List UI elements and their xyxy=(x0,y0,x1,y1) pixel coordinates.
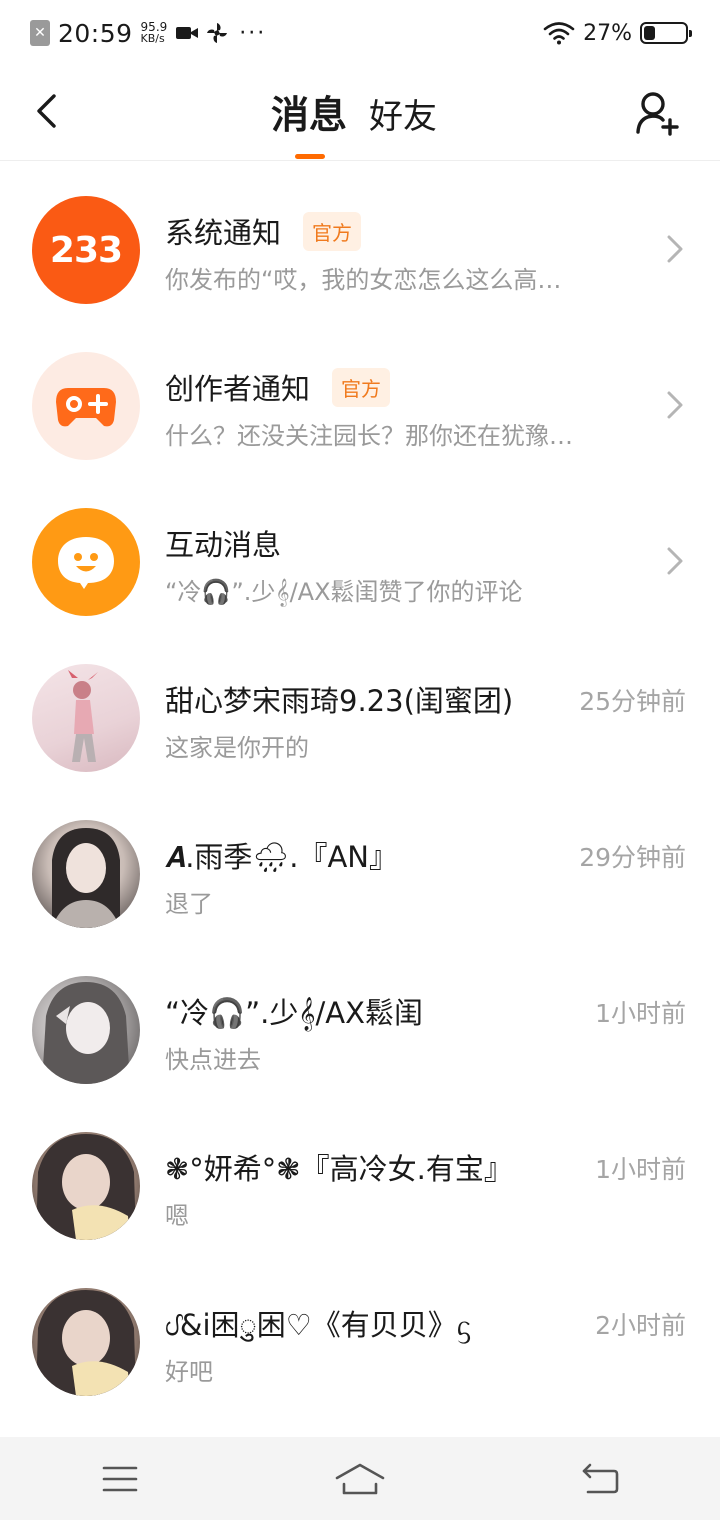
chevron-right-icon xyxy=(667,235,683,263)
app-logo-233-icon: 233 xyxy=(32,196,140,304)
item-preview: “冷🎧”.少𝄞/AX鬆闺赞了你的评论 xyxy=(165,578,523,606)
official-badge: 官方 xyxy=(332,367,391,407)
chevron-right-icon xyxy=(667,547,683,575)
battery-percent: 27% xyxy=(583,20,632,46)
list-item-chat[interactable]: ❃°妍希°❃『高冷女.有宝』 嗯 1小时前 xyxy=(0,1098,720,1254)
item-preview: 好吧 xyxy=(165,1358,213,1386)
avatar xyxy=(32,820,140,928)
item-title: ᦔ&i困ु困♡《有贝贝》ᦓ xyxy=(165,1308,471,1342)
tab-messages[interactable]: 消息 xyxy=(271,84,347,139)
item-title: 系统通知 xyxy=(165,216,282,250)
item-time: 29分钟前 xyxy=(579,843,686,872)
avatar xyxy=(32,1288,140,1396)
gamepad-icon xyxy=(32,352,140,460)
item-preview: 这家是你开的 xyxy=(165,734,309,762)
item-title: 𝑨.雨季🌧.『AN』 xyxy=(165,840,398,874)
menu-icon xyxy=(102,1466,138,1491)
active-tab-indicator xyxy=(295,154,325,159)
item-title: 甜心梦宋雨琦9.23(闺蜜团) xyxy=(165,684,514,718)
sim-icon: ✕ xyxy=(30,20,50,46)
clock: 20:59 xyxy=(58,18,133,48)
list-item-chat[interactable]: 𝑨.雨季🌧.『AN』 退了 29分钟前 xyxy=(0,786,720,942)
item-title: ❃°妍希°❃『高冷女.有宝』 xyxy=(165,1152,513,1186)
chat-bubble-icon xyxy=(32,508,140,616)
home-button[interactable] xyxy=(330,1454,390,1504)
tab-friends[interactable]: 好友 xyxy=(369,89,437,138)
list-item-chat[interactable]: 甜心梦宋雨琦9.23(闺蜜团) 这家是你开的 25分钟前 xyxy=(0,630,720,786)
item-preview: 你发布的“哎，我的女恋怎么这么高… xyxy=(165,266,562,294)
add-friend-button[interactable] xyxy=(632,88,682,138)
official-badge: 官方 xyxy=(303,211,362,251)
battery-icon xyxy=(640,22,692,44)
system-nav-bar xyxy=(0,1437,720,1520)
item-preview: 什么？还没关注园长？那你还在犹豫… xyxy=(165,422,573,450)
home-icon xyxy=(335,1463,385,1494)
message-list: 233 系统通知 官方 你发布的“哎，我的女恋怎么这么高… 创作者通知 官方 什… xyxy=(0,162,720,1410)
list-item-system-notice[interactable]: 233 系统通知 官方 你发布的“哎，我的女恋怎么这么高… xyxy=(0,162,720,318)
list-item-chat[interactable]: ᦔ&i困ु困♡《有贝贝》ᦓ 好吧 2小时前 xyxy=(0,1254,720,1410)
item-preview: 退了 xyxy=(165,890,213,918)
item-time: 25分钟前 xyxy=(579,687,686,716)
list-item-creator-notice[interactable]: 创作者通知 官方 什么？还没关注园长？那你还在犹豫… xyxy=(0,318,720,474)
list-item-interactions[interactable]: 互动消息 “冷🎧”.少𝄞/AX鬆闺赞了你的评论 xyxy=(0,474,720,630)
status-bar: ✕ 20:59 95.9 KB/s ··· 27% xyxy=(0,0,720,66)
item-time: 1小时前 xyxy=(595,999,686,1028)
item-title: 互动消息 xyxy=(165,528,282,562)
item-preview: 嗯 xyxy=(165,1202,189,1230)
item-title: 创作者通知 xyxy=(165,372,311,406)
avatar xyxy=(32,664,140,772)
avatar xyxy=(32,1132,140,1240)
item-preview: 快点进去 xyxy=(165,1046,261,1074)
item-title: “冷🎧”.少𝄞/AX鬆闺 xyxy=(165,996,423,1030)
add-user-icon xyxy=(636,92,679,136)
item-time: 2小时前 xyxy=(595,1311,686,1340)
item-time: 1小时前 xyxy=(595,1155,686,1184)
back-nav-button[interactable] xyxy=(570,1454,630,1504)
header: 消息 好友 xyxy=(0,66,720,161)
list-item-chat[interactable]: “冷🎧”.少𝄞/AX鬆闺 快点进去 1小时前 xyxy=(0,942,720,1098)
network-speed: 95.9 KB/s xyxy=(140,20,168,45)
return-icon xyxy=(582,1463,619,1493)
video-record-icon xyxy=(176,27,199,39)
fan-icon xyxy=(207,23,228,43)
avatar xyxy=(32,976,140,1084)
chevron-right-icon xyxy=(667,391,683,419)
menu-button[interactable] xyxy=(90,1454,150,1504)
more-notifications-icon: ··· xyxy=(239,20,267,46)
wifi-icon xyxy=(543,22,575,45)
